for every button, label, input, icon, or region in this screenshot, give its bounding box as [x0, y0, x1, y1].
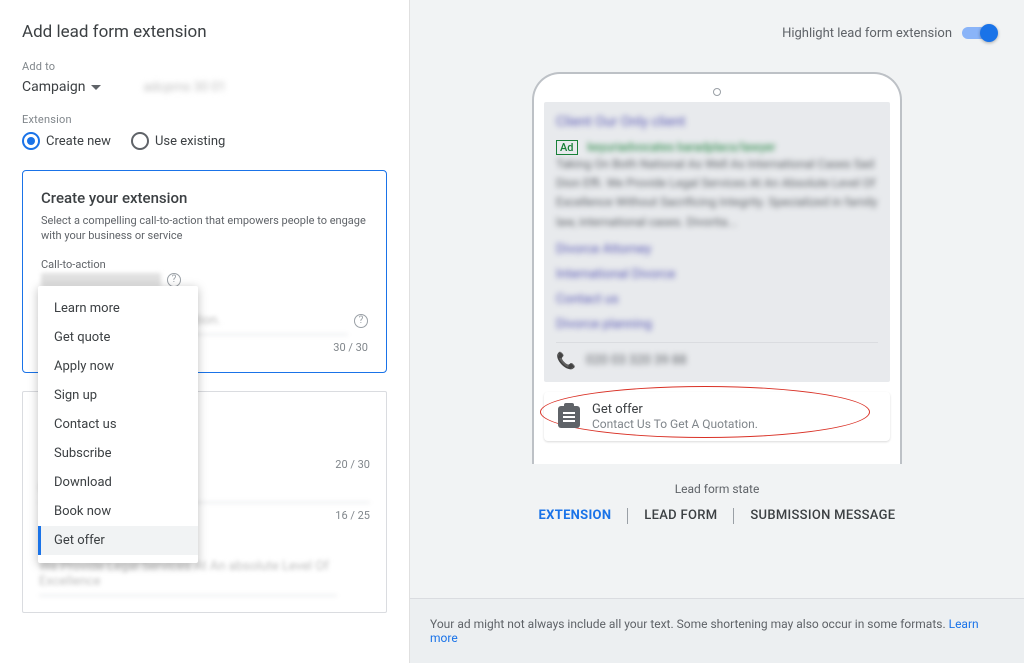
cta-dropdown[interactable] — [41, 273, 161, 287]
cta-option-get-quote[interactable]: Get quote — [38, 323, 198, 352]
cta-dropdown-menu: Learn more Get quote Apply now Sign up C… — [38, 286, 198, 563]
footer-text: Your ad might not always include all you… — [430, 617, 946, 631]
tab-lead-form[interactable]: LEAD FORM — [628, 504, 733, 527]
radio-create-new-label: Create new — [46, 134, 111, 149]
lead-form-state-label: Lead form state — [410, 482, 1024, 496]
ad-sitelink: International Divorce — [556, 267, 878, 282]
phone-preview: Client Our Only client Ad keyuriadvocate… — [532, 72, 902, 464]
cta-option-sign-up[interactable]: Sign up — [38, 381, 198, 410]
radio-icon — [131, 132, 149, 150]
radio-use-existing-label: Use existing — [155, 134, 225, 149]
addto-dropdown[interactable]: Campaign — [22, 79, 101, 95]
help-icon[interactable]: ? — [354, 314, 368, 328]
cta-option-download[interactable]: Download — [38, 468, 198, 497]
ad-url: keyuriadvocates baradplacs/lawyer — [587, 140, 775, 154]
cta-option-get-offer[interactable]: Get offer — [38, 526, 198, 555]
cta-option-subscribe[interactable]: Subscribe — [38, 439, 198, 468]
cta-option-learn-more[interactable]: Learn more — [38, 294, 198, 323]
ad-sitelink: Divorce planning — [556, 317, 878, 332]
highlight-label: Highlight lead form extension — [782, 26, 952, 41]
addto-label: Add to — [22, 60, 387, 73]
page-title: Add lead form extension — [22, 22, 387, 42]
cta-option-contact-us[interactable]: Contact us — [38, 410, 198, 439]
tab-extension[interactable]: EXTENSION — [523, 504, 628, 527]
card-description: Select a compelling call-to-action that … — [41, 213, 368, 244]
ad-sitelink: Contact us — [556, 292, 878, 307]
highlight-toggle[interactable] — [962, 24, 996, 42]
tab-submission-message[interactable]: SUBMISSION MESSAGE — [734, 504, 911, 527]
cta-option-book-now[interactable]: Book now — [38, 497, 198, 526]
ad-preview-card: Client Our Only client Ad keyuriadvocate… — [544, 102, 890, 382]
phone-number: 020 03 320 39 88 — [586, 353, 687, 368]
card-heading: Create your extension — [41, 189, 368, 207]
offer-subtitle: Contact Us To Get A Quotation. — [592, 417, 758, 431]
extension-label: Extension — [22, 113, 387, 126]
ad-badge: Ad — [556, 140, 578, 155]
cta-label: Call-to-action — [41, 258, 368, 271]
radio-use-existing[interactable]: Use existing — [131, 132, 225, 150]
addto-value: Campaign — [22, 79, 85, 95]
ad-body: Taking On Both National As Well As Inter… — [556, 155, 878, 232]
chevron-down-icon — [91, 85, 101, 90]
radio-icon — [22, 132, 40, 150]
phone-icon: 📞 — [556, 351, 576, 370]
cta-option-apply-now[interactable]: Apply now — [38, 352, 198, 381]
offer-title: Get offer — [592, 402, 758, 417]
ad-sitelink: Divorce Attorney — [556, 242, 878, 257]
addto-context: adcprns 30 01 — [143, 80, 225, 95]
speaker-icon — [713, 88, 721, 96]
form-icon — [558, 406, 580, 428]
ad-title: Client Our Only client — [556, 114, 878, 130]
footer-note: Your ad might not always include all you… — [410, 598, 1024, 663]
lead-form-preview: Get offer Contact Us To Get A Quotation. — [544, 392, 890, 441]
radio-create-new[interactable]: Create new — [22, 132, 111, 150]
help-icon[interactable]: ? — [167, 273, 181, 287]
